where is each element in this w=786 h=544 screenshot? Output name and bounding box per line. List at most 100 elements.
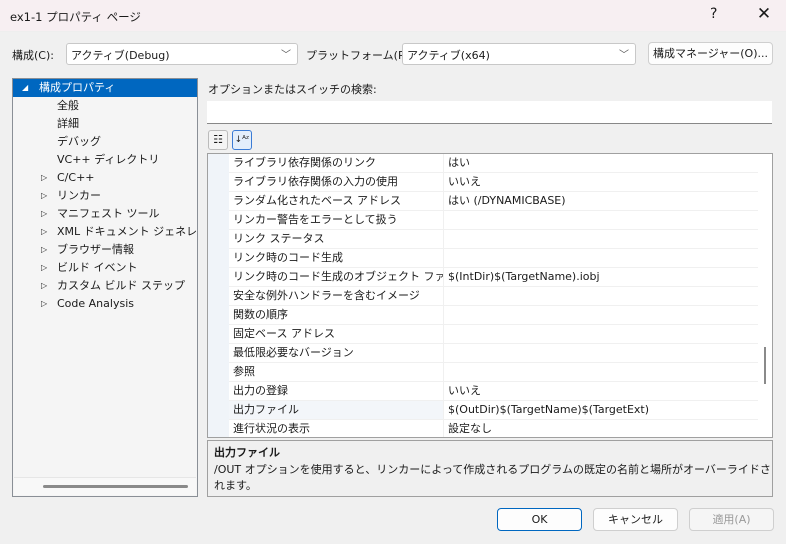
expand-icon[interactable]: ▷ [41,241,47,259]
tree-item[interactable]: VC++ ディレクトリ [13,151,197,169]
property-row[interactable]: 安全な例外ハンドラーを含むイメージ [229,287,758,306]
property-value[interactable]: $(OutDir)$(TargetName)$(TargetExt) [443,401,758,419]
property-row[interactable]: 進行状況の表示 設定なし [229,420,758,437]
expand-icon[interactable]: ▷ [41,259,47,277]
expand-icon[interactable]: ▷ [41,187,47,205]
alphabetical-sort-icon[interactable]: ↓ᴬᶻ [232,130,252,150]
property-value[interactable]: はい [443,154,758,172]
cancel-button[interactable]: キャンセル [593,508,678,531]
property-value[interactable]: 設定なし [443,420,758,437]
tree-item[interactable]: ▷ C/C++ [13,169,197,187]
tree-item[interactable]: 全般 [13,97,197,115]
property-value[interactable] [443,211,758,229]
config-value: アクティブ(Debug) [71,49,170,62]
property-name: 参照 [233,365,255,378]
close-icon[interactable]: ✕ [752,4,776,24]
property-grid[interactable]: ライブラリ依存関係のリンク はい ライブラリ依存関係の入力の使用 いいえ ランダム化され… [207,153,773,438]
expand-icon[interactable]: ▷ [41,223,47,241]
property-name: ライブラリ依存関係のリンク [233,156,376,169]
property-name: 固定ベース アドレス [233,327,335,340]
tree-item[interactable]: 詳細 [13,115,197,133]
tree-item[interactable]: ▷ マニフェスト ツール [13,205,197,223]
tree-item-label: デバッグ [57,135,101,148]
tree-item[interactable]: ▷ Code Analysis [13,295,197,313]
property-name: 出力の登録 [233,384,288,397]
property-row[interactable]: 参照 [229,363,758,382]
tree-item-label: 構成プロパティ [39,81,116,94]
platform-dropdown[interactable]: アクティブ(x64) ﹀ [402,43,636,65]
chevron-down-icon: ﹀ [619,50,629,61]
property-name: 関数の順序 [233,308,288,321]
property-value[interactable] [443,306,758,324]
property-name: 進行状況の表示 [233,422,310,435]
property-row[interactable]: 出力ファイル $(OutDir)$(TargetName)$(TargetExt) [229,401,758,420]
platform-value: アクティブ(x64) [407,49,490,62]
expand-icon[interactable]: ▷ [41,169,47,187]
tree-item[interactable]: ▷ リンカー [13,187,197,205]
description-title: 出力ファイル [214,446,280,459]
tree-item-label: ブラウザー情報 [57,243,134,256]
property-name: 出力ファイル [229,401,443,419]
property-row[interactable]: 最低限必要なバージョン [229,344,758,363]
property-row[interactable]: リンク時のコード生成 [229,249,758,268]
property-value[interactable] [443,249,758,267]
property-row[interactable]: 出力の登録 いいえ [229,382,758,401]
tree-item[interactable]: ▷ ビルド イベント [13,259,197,277]
tree-item[interactable]: ▷ カスタム ビルド ステップ [13,277,197,295]
tree-item-label: XML ドキュメント ジェネレーター [57,225,197,238]
property-name: 最低限必要なバージョン [233,346,354,359]
grid-scrollbar[interactable] [758,154,772,437]
expand-icon[interactable]: ▷ [41,295,47,313]
property-value[interactable]: $(IntDir)$(TargetName).iobj [443,268,758,286]
tree-item-label: 詳細 [57,117,79,130]
description-text: /OUT オプションを使用すると、リンカーによって作成されるプログラムの既定の名… [214,463,771,492]
tree-item[interactable]: ◢ 構成プロパティ [13,79,197,97]
property-name: 安全な例外ハンドラーを含むイメージ [233,289,420,302]
tree-item[interactable]: ▷ XML ドキュメント ジェネレーター [13,223,197,241]
property-value[interactable] [443,325,758,343]
config-dropdown[interactable]: アクティブ(Debug) ﹀ [66,43,298,65]
property-row[interactable]: ランダム化されたベース アドレス はい (/DYNAMICBASE) [229,192,758,211]
apply-button[interactable]: 適用(A) [689,508,774,531]
property-value[interactable] [443,287,758,305]
title-bar: ex1-1 プロパティ ページ ? ✕ [0,0,786,32]
scrollbar-thumb[interactable] [43,485,188,488]
ok-button[interactable]: OK [497,508,582,531]
window-title: ex1-1 プロパティ ページ [10,10,141,24]
help-icon[interactable]: ? [710,6,717,22]
tree-item-label: リンカー [57,189,101,202]
property-value[interactable] [443,363,758,381]
search-label: オプションまたはスイッチの検索: [208,83,377,96]
tree-item-label: ビルド イベント [57,261,138,274]
property-row[interactable]: ライブラリ依存関係の入力の使用 いいえ [229,173,758,192]
property-value[interactable] [443,230,758,248]
tree-item-label: マニフェスト ツール [57,207,160,220]
property-value[interactable]: はい (/DYNAMICBASE) [443,192,758,210]
expanded-icon[interactable]: ◢ [22,79,28,97]
property-row[interactable]: リンク時のコード生成のオブジェクト ファイル$(IntDir)$(TargetN… [229,268,758,287]
property-value[interactable] [443,344,758,362]
property-tree[interactable]: ◢ 構成プロパティ 全般 詳細 デバッグ VC++ ディレクトリ ▷ C/C++ ▷ リンカー ▷ マ… [12,78,198,497]
property-name: リンカー警告をエラーとして扱う [233,213,398,226]
tree-item-label: カスタム ビルド ステップ [57,279,185,292]
scrollbar-thumb[interactable] [764,347,766,384]
property-value[interactable]: いいえ [443,382,758,400]
property-row[interactable]: リンカー警告をエラーとして扱う [229,211,758,230]
property-value[interactable]: いいえ [443,173,758,191]
categorized-view-icon[interactable]: ☷ [208,130,228,150]
property-row[interactable]: 関数の順序 [229,306,758,325]
tree-item[interactable]: ▷ ブラウザー情報 [13,241,197,259]
property-row[interactable]: ライブラリ依存関係のリンク はい [229,154,758,173]
platform-label: プラットフォーム(P): [306,49,413,62]
search-input[interactable] [207,101,772,124]
tree-item[interactable]: デバッグ [13,133,197,151]
config-manager-button[interactable]: 構成マネージャー(O)... [648,42,773,65]
property-row[interactable]: リンク ステータス [229,230,758,249]
grid-gutter [208,154,229,437]
tree-item-label: Code Analysis [57,297,134,310]
property-row[interactable]: 固定ベース アドレス [229,325,758,344]
expand-icon[interactable]: ▷ [41,277,47,295]
description-panel: 出力ファイル /OUT オプションを使用すると、リンカーによって作成されるプログ… [207,440,773,497]
property-name: リンク時のコード生成 [233,251,343,264]
expand-icon[interactable]: ▷ [41,205,47,223]
